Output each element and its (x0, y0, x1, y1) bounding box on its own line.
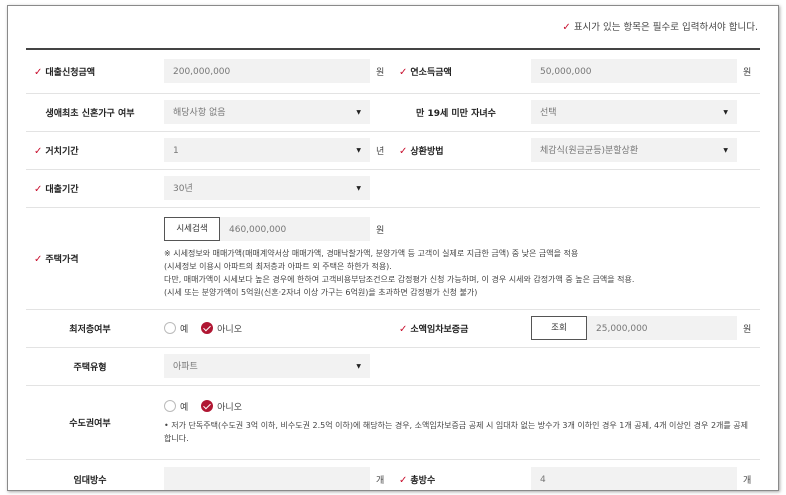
label-lowest-floor: 최저층여부 (26, 309, 154, 348)
house-price-note-4: (시세 또는 분양가액이 5억원(신혼·2자녀 이상 가구는 6억원)을 초과하… (164, 288, 478, 297)
label-children: 만 19세 미만 자녀수 (391, 93, 521, 132)
label-total-rooms: ✓ 총방수 (391, 459, 521, 490)
house-price-note-1: ※ 시세정보와 매매가액(매매계약서상 매매가액, 경매낙찰가액, 분양가액 등… (164, 249, 579, 258)
label-loan-term: ✓ 대출기간 (26, 169, 154, 208)
house-type-select[interactable]: 아파트 (164, 354, 370, 379)
label-loan-amount: ✓ 대출신청금액 (26, 48, 154, 94)
required-notice: ✓ 표시가 있는 항목은 필수로 입력하셔야 합니다. (562, 22, 758, 33)
rented-rooms-input[interactable] (164, 467, 370, 490)
label-small-deposit: ✓ 소액임차보증금 (391, 309, 521, 348)
required-check-icon: ✓ (399, 66, 408, 78)
first-home-select[interactable]: 해당사항 없음 (164, 100, 370, 125)
rented-rooms-unit: 개 (376, 475, 385, 486)
loan-term-select[interactable]: 30년 (164, 176, 370, 201)
house-price-input[interactable]: 460,000,000 (220, 217, 370, 241)
capital-area-yes-radio[interactable]: 예 (164, 400, 188, 413)
label-rented-rooms: 임대방수 (26, 459, 154, 490)
row-loan-term: ✓ 대출기간 30년 (26, 169, 760, 208)
capital-area-no-radio[interactable]: 아니오 (201, 400, 242, 413)
required-check-icon: ✓ (399, 474, 408, 486)
small-deposit-input[interactable]: 25,000,000 (587, 316, 737, 340)
capital-area-note: • 저가 단독주택(수도권 3억 이하, 비수도권 2.5억 이하)에 해당하는… (164, 420, 749, 443)
price-search-button[interactable]: 시세검색 (164, 217, 220, 241)
row-house-price: ✓ 주택가격 시세검색 460,000,000 원 ※ 시세정보와 매매가액(매매계약… (26, 207, 760, 310)
row-rooms: 임대방수 개 ✓ 총방수 4개 (26, 459, 760, 490)
annual-income-input[interactable]: 50,000,000 (531, 59, 737, 84)
total-rooms-unit: 개 (743, 475, 752, 486)
row-first-home: 생애최초 신혼가구 여부 해당사항 없음 만 19세 미만 자녀수 선택 (26, 93, 760, 132)
row-grace-period: ✓거치기간 1년 ✓상환방법 체감식(원금균등)분할상환 (26, 131, 760, 170)
house-price-unit: 원 (376, 225, 385, 236)
label-house-price: ✓ 주택가격 (26, 207, 154, 310)
loan-form-panel: ✓ 표시가 있는 항목은 필수로 입력하셔야 합니다. ✓ 대출신청금액 200,0… (7, 5, 779, 491)
lowest-floor-no-radio[interactable]: 아니오 (201, 322, 242, 335)
required-check-icon: ✓ (562, 22, 571, 33)
small-deposit-unit: 원 (743, 324, 752, 335)
loan-amount-input[interactable]: 200,000,000 (164, 59, 370, 84)
house-price-note-2: (시세정보 이용시 아파트의 최저층과 아파트 외 주택은 하한가 적용). (164, 262, 392, 271)
required-check-icon: ✓ (399, 145, 408, 157)
required-check-icon: ✓ (399, 323, 408, 335)
loan-form-table: ✓ 대출신청금액 200,000,000 원 ✓ 연소득금액 50,000,000 원 … (26, 48, 760, 490)
row-loan-amount: ✓ 대출신청금액 200,000,000 원 ✓ 연소득금액 50,000,000 원 (26, 48, 760, 94)
label-house-type: 주택유형 (26, 347, 154, 386)
grace-period-select[interactable]: 1 (164, 138, 370, 163)
total-rooms-input[interactable]: 4 (531, 467, 737, 490)
loan-amount-unit: 원 (376, 67, 385, 78)
grace-period-unit: 년 (376, 146, 385, 157)
row-house-type: 주택유형 아파트 (26, 347, 760, 386)
label-first-home: 생애최초 신혼가구 여부 (26, 93, 154, 132)
label-grace-period: ✓ 거치기간 (26, 131, 154, 170)
repayment-select[interactable]: 체감식(원금균등)분할상환 (531, 138, 737, 163)
label-repayment: ✓ 상환방법 (391, 131, 521, 170)
required-check-icon: ✓ (34, 183, 43, 195)
required-check-icon: ✓ (34, 145, 43, 157)
house-price-note-3: 다만, 매매가액이 시세보다 높은 경우에 한하여 고객비용부담조건으로 감정평… (164, 275, 635, 284)
row-capital-area: 수도권여부 예 아니오 • 저가 단독주택(수도권 3억 이하, 비수도권 2.… (26, 385, 760, 460)
label-capital-area: 수도권여부 (26, 385, 154, 460)
children-select[interactable]: 선택 (531, 100, 737, 125)
annual-income-unit: 원 (743, 67, 752, 78)
label-annual-income: ✓ 연소득금액 (391, 48, 521, 94)
required-check-icon: ✓ (34, 66, 43, 78)
lowest-floor-yes-radio[interactable]: 예 (164, 322, 188, 335)
required-check-icon: ✓ (34, 253, 43, 265)
deposit-lookup-button[interactable]: 조회 (531, 316, 587, 340)
row-lowest-floor: 최저층여부 예 아니오 ✓ 소액임차보증금 조회 25,000,000 원 (26, 309, 760, 348)
